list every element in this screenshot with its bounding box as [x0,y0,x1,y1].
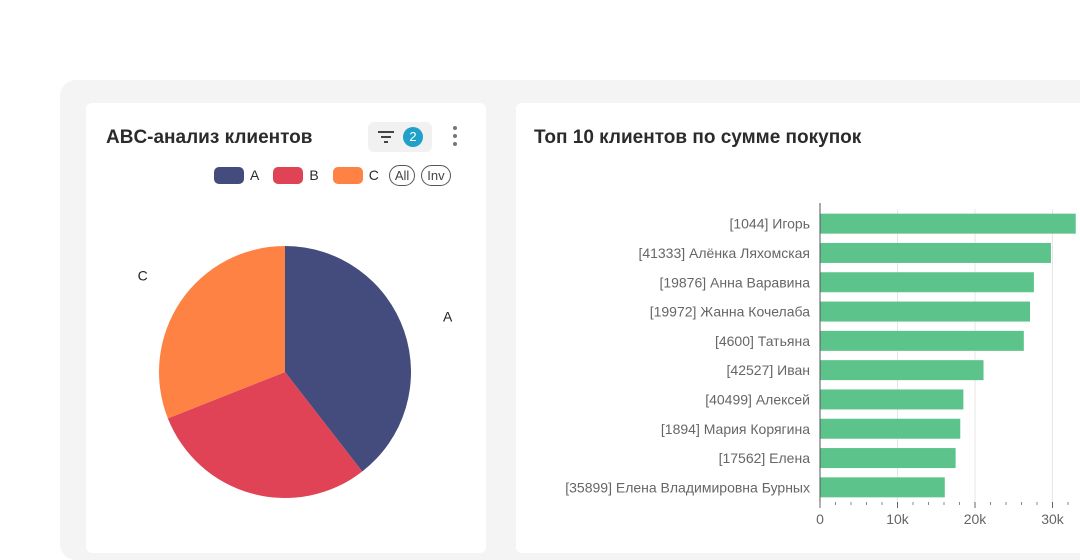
bar[interactable] [820,301,1031,322]
bar[interactable] [820,448,956,469]
legend-item-a[interactable]: A [214,166,260,184]
legend-invert-button[interactable]: Inv [421,164,451,186]
x-tick-label: 10k [886,511,910,527]
x-tick-label: 30k [1041,511,1065,527]
pie-legend: A B C All Inv [214,163,457,187]
category-label: [19876] Анна Варавина [659,274,810,290]
category-label: [1044] Игорь [729,216,810,232]
pie-label-c: C [138,267,148,283]
pie-label-b: B [235,530,244,533]
category-label: [1894] Мария Корягина [661,421,810,437]
x-tick-label: 20k [964,511,988,527]
legend-label-b: B [309,167,319,183]
bar[interactable] [820,477,945,498]
category-label: [41333] Алёнка Ляхомская [638,245,810,261]
category-label: [35899] Елена Владимировна Бурных [565,479,810,495]
bar[interactable] [820,330,1024,351]
pie-chart: A B C [138,246,453,533]
pie-label-a: A [443,308,453,324]
filter-icon [378,131,394,143]
top-clients-card: Топ 10 клиентов по сумме покупок [1044] … [516,103,1080,553]
legend-all-button[interactable]: All [388,164,416,186]
bar[interactable] [820,418,961,439]
bar[interactable] [820,242,1051,263]
category-label: [4600] Татьяна [715,333,810,349]
bar-chart: [1044] Игорь [41333] Алёнка Ляхомская [198… [565,203,1076,527]
bar[interactable] [820,272,1034,293]
legend-item-c[interactable]: C [332,166,379,184]
more-options-icon[interactable] [448,124,462,150]
abc-card-title: ABC-анализ клиентов [106,127,313,148]
legend-swatch-b [273,166,304,184]
legend-label-c: C [368,167,379,183]
filter-button[interactable]: 2 [368,122,432,152]
legend-item-b[interactable]: B [273,166,319,184]
legend-swatch-a [214,166,244,184]
category-label: [40499] Алексей [705,391,810,407]
abc-analysis-card: ABC-анализ клиентов 2 A B C All Inv A B C [86,103,486,553]
filter-count-badge: 2 [403,127,423,147]
category-label: [42527] Иван [727,362,810,378]
bar[interactable] [820,360,984,381]
legend-swatch-c [332,166,363,184]
category-label: [19972] Жанна Кочелаба [650,304,811,320]
category-label: [17562] Елена [719,450,811,466]
bar[interactable] [820,213,1076,234]
bar[interactable] [820,389,964,410]
x-tick-label: 0 [816,511,824,527]
legend-label-a: A [250,167,260,183]
